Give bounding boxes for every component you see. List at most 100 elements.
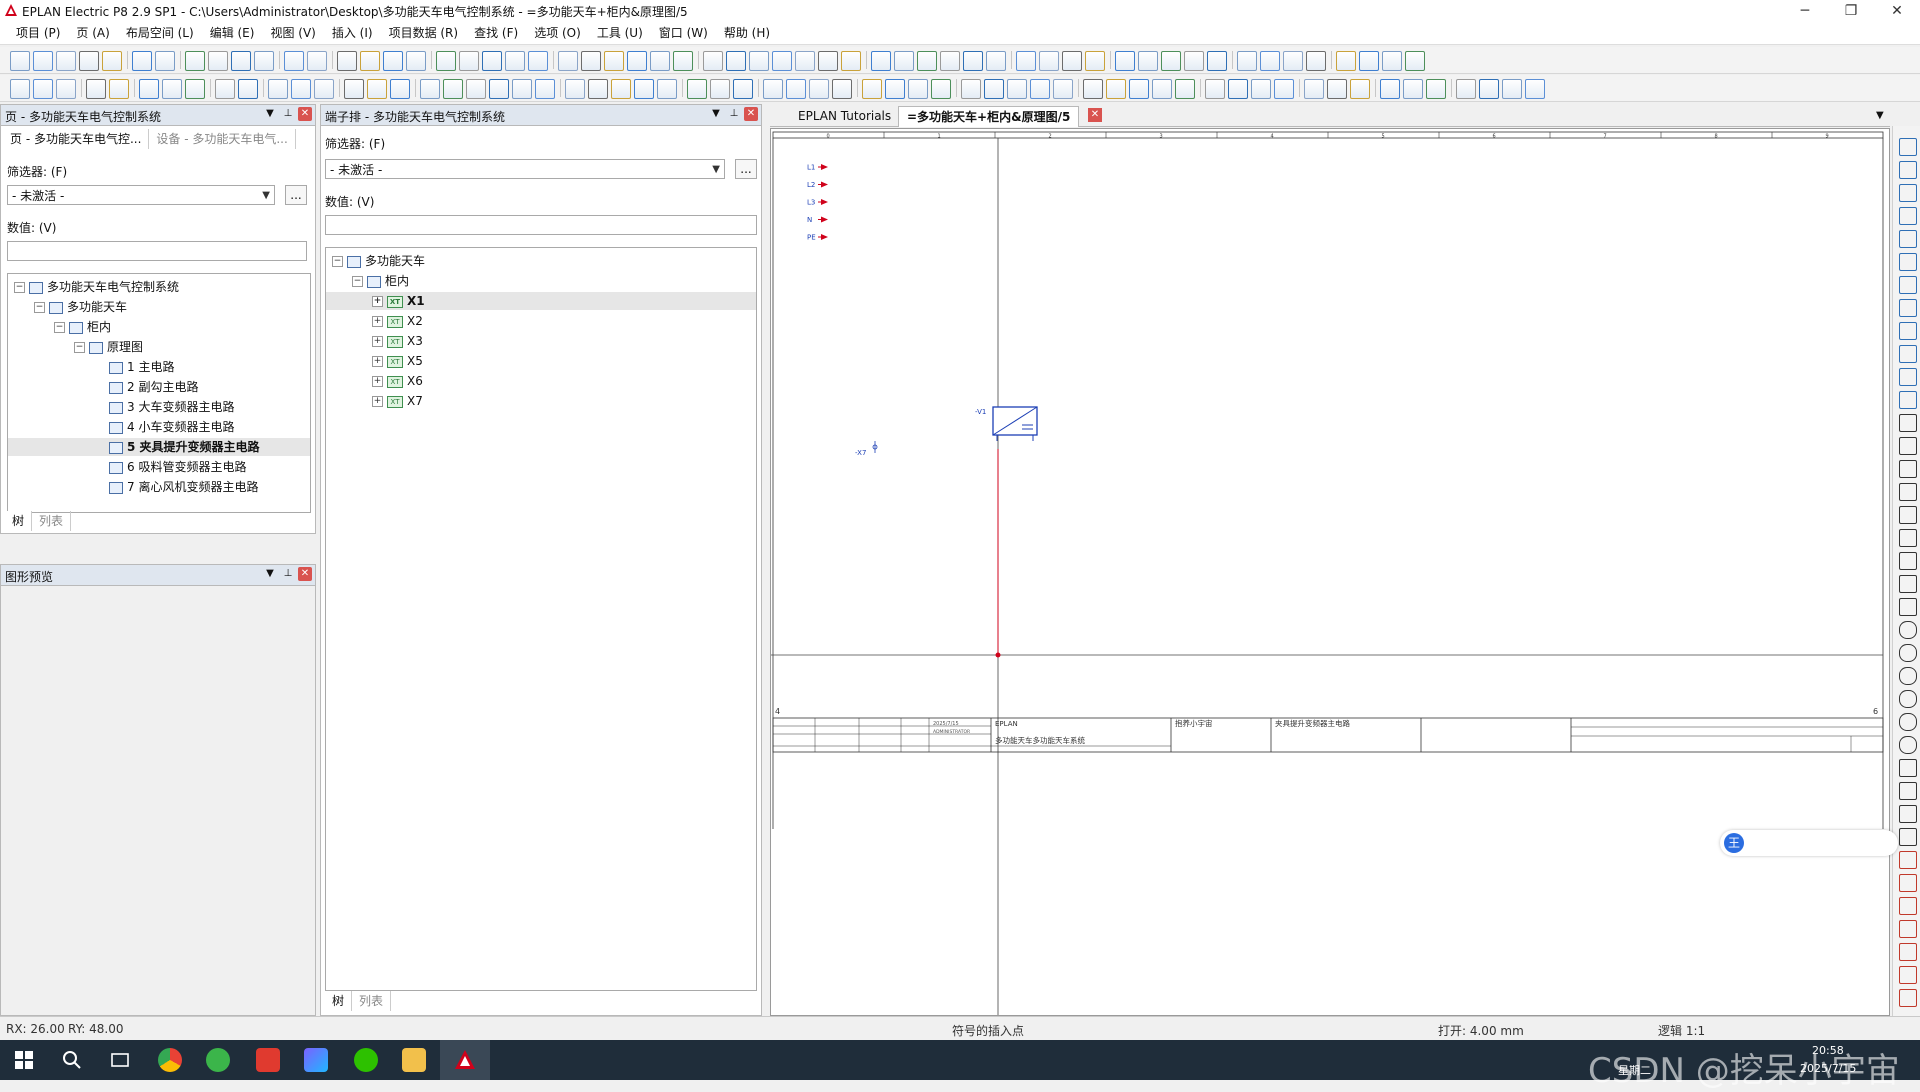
pages-filter-select[interactable]: - 未激活 - ▼ xyxy=(7,185,275,205)
close-window-button[interactable]: ✕ xyxy=(1874,0,1920,22)
tab-tree[interactable]: 树 xyxy=(325,991,353,1011)
toolbar-button-icon[interactable] xyxy=(986,51,1006,71)
toolbar-button-icon[interactable] xyxy=(1525,79,1545,99)
tree-node[interactable]: − 多功能天车电气控制系统 xyxy=(8,278,310,296)
tree-node[interactable]: + XT X1 xyxy=(326,292,756,310)
toolbar-button-icon[interactable] xyxy=(132,51,152,71)
insert-tool-icon[interactable] xyxy=(1899,989,1917,1007)
toolbar-button-icon[interactable] xyxy=(1403,79,1423,99)
insert-tool-icon[interactable] xyxy=(1899,253,1917,271)
toolbar-button-icon[interactable] xyxy=(162,79,182,99)
toolbar-button-icon[interactable] xyxy=(344,79,364,99)
insert-tool-icon[interactable] xyxy=(1899,759,1917,777)
toolbar-button-icon[interactable] xyxy=(231,51,251,71)
toolbar-button-icon[interactable] xyxy=(818,51,838,71)
menu-edit[interactable]: 编辑 (E) xyxy=(202,22,263,44)
toolbar-button-icon[interactable] xyxy=(489,79,509,99)
toolbar-button-icon[interactable] xyxy=(1336,51,1356,71)
toolbar-button-icon[interactable] xyxy=(687,79,707,99)
search-icon[interactable] xyxy=(60,1048,84,1072)
toolbar-button-icon[interactable] xyxy=(482,51,502,71)
toolbar-button-icon[interactable] xyxy=(1380,79,1400,99)
insert-tool-icon[interactable] xyxy=(1899,966,1917,984)
insert-tool-icon[interactable] xyxy=(1899,138,1917,156)
insert-tool-icon[interactable] xyxy=(1899,943,1917,961)
insert-tool-icon[interactable] xyxy=(1899,414,1917,432)
toolbar-button-icon[interactable] xyxy=(215,79,235,99)
toolbar-button-icon[interactable] xyxy=(109,79,129,99)
toolbar-button-icon[interactable] xyxy=(208,51,228,71)
close-icon[interactable]: ✕ xyxy=(1088,108,1102,122)
ai-app-icon[interactable] xyxy=(304,1048,328,1072)
insert-tool-icon[interactable] xyxy=(1899,736,1917,754)
pin-icon[interactable]: ⊥ xyxy=(727,107,741,121)
toolbar-button-icon[interactable] xyxy=(1283,51,1303,71)
menu-help[interactable]: 帮助 (H) xyxy=(716,22,778,44)
toolbar-button-icon[interactable] xyxy=(1039,51,1059,71)
wps-icon[interactable] xyxy=(256,1048,280,1072)
potential-arrow-icon[interactable] xyxy=(821,234,828,240)
insert-tool-icon[interactable] xyxy=(1899,575,1917,593)
toolbar-button-icon[interactable] xyxy=(1306,51,1326,71)
insert-tool-icon[interactable] xyxy=(1899,322,1917,340)
insert-tool-icon[interactable] xyxy=(1899,345,1917,363)
tree-node[interactable]: 7 离心风机变频器主电路 xyxy=(8,478,310,496)
pin-icon[interactable]: ⊥ xyxy=(281,107,295,121)
insert-tool-icon[interactable] xyxy=(1899,437,1917,455)
tab-list[interactable]: 列表 xyxy=(32,511,72,531)
toolbar-button-icon[interactable] xyxy=(1327,79,1347,99)
toolbar-button-icon[interactable] xyxy=(535,79,555,99)
toolbar-button-icon[interactable] xyxy=(908,79,928,99)
tree-node[interactable]: 2 副勾主电路 xyxy=(8,378,310,396)
toolbar-button-icon[interactable] xyxy=(841,51,861,71)
toolbar-button-icon[interactable] xyxy=(1260,51,1280,71)
toolbar-button-icon[interactable] xyxy=(931,79,951,99)
menu-tools[interactable]: 工具 (U) xyxy=(589,22,651,44)
chevron-down-icon[interactable]: ▼ xyxy=(263,107,277,121)
insert-tool-icon[interactable] xyxy=(1899,184,1917,202)
ime-icon[interactable]: 王 xyxy=(1724,833,1744,853)
minimize-button[interactable]: ─ xyxy=(1782,0,1828,22)
collapse-icon[interactable]: − xyxy=(34,302,45,313)
insert-tool-icon[interactable] xyxy=(1899,529,1917,547)
toolbar-button-icon[interactable] xyxy=(1237,51,1257,71)
toolbar-button-icon[interactable] xyxy=(1426,79,1446,99)
toolbar-button-icon[interactable] xyxy=(795,51,815,71)
tab-devices[interactable]: 设备 - 多功能天车电气... xyxy=(149,129,296,149)
potential-arrow-icon[interactable] xyxy=(821,199,828,205)
toolbar-button-icon[interactable] xyxy=(1502,79,1522,99)
filter-more-button[interactable]: ... xyxy=(735,159,757,179)
toolbar-button-icon[interactable] xyxy=(657,79,677,99)
insert-tool-icon[interactable] xyxy=(1899,920,1917,938)
insert-tool-icon[interactable] xyxy=(1899,897,1917,915)
toolbar-button-icon[interactable] xyxy=(832,79,852,99)
tab-tree[interactable]: 树 xyxy=(5,511,33,531)
toolbar-button-icon[interactable] xyxy=(307,51,327,71)
toolbar-button-icon[interactable] xyxy=(466,79,486,99)
toolbar-button-icon[interactable] xyxy=(1205,79,1225,99)
toolbar-button-icon[interactable] xyxy=(420,79,440,99)
toolbar-button-icon[interactable] xyxy=(809,79,829,99)
tree-node[interactable]: + XT X2 xyxy=(326,312,756,330)
chevron-down-icon[interactable]: ▼ xyxy=(1868,106,1892,126)
toolbar-button-icon[interactable] xyxy=(558,51,578,71)
insert-tool-icon[interactable] xyxy=(1899,644,1917,662)
tree-node[interactable]: 1 主电路 xyxy=(8,358,310,376)
tree-node[interactable]: 3 大车变频器主电路 xyxy=(8,398,310,416)
expand-icon[interactable]: + xyxy=(372,356,383,367)
toolbar-button-icon[interactable] xyxy=(917,51,937,71)
toolbar-button-icon[interactable] xyxy=(1030,79,1050,99)
tree-node[interactable]: − 多功能天车 xyxy=(326,252,756,270)
toolbar-button-icon[interactable] xyxy=(1016,51,1036,71)
insert-tool-icon[interactable] xyxy=(1899,506,1917,524)
close-icon[interactable]: ✕ xyxy=(298,567,312,581)
chevron-down-icon[interactable]: ▼ xyxy=(263,567,277,581)
toolbar-button-icon[interactable] xyxy=(650,51,670,71)
menu-project-data[interactable]: 项目数据 (R) xyxy=(381,22,467,44)
toolbar-button-icon[interactable] xyxy=(673,51,693,71)
collapse-icon[interactable]: − xyxy=(332,256,343,267)
close-icon[interactable]: ✕ xyxy=(744,107,758,121)
insert-tool-icon[interactable] xyxy=(1899,230,1917,248)
toolbar-button-icon[interactable] xyxy=(155,51,175,71)
toolbar-button-icon[interactable] xyxy=(627,51,647,71)
